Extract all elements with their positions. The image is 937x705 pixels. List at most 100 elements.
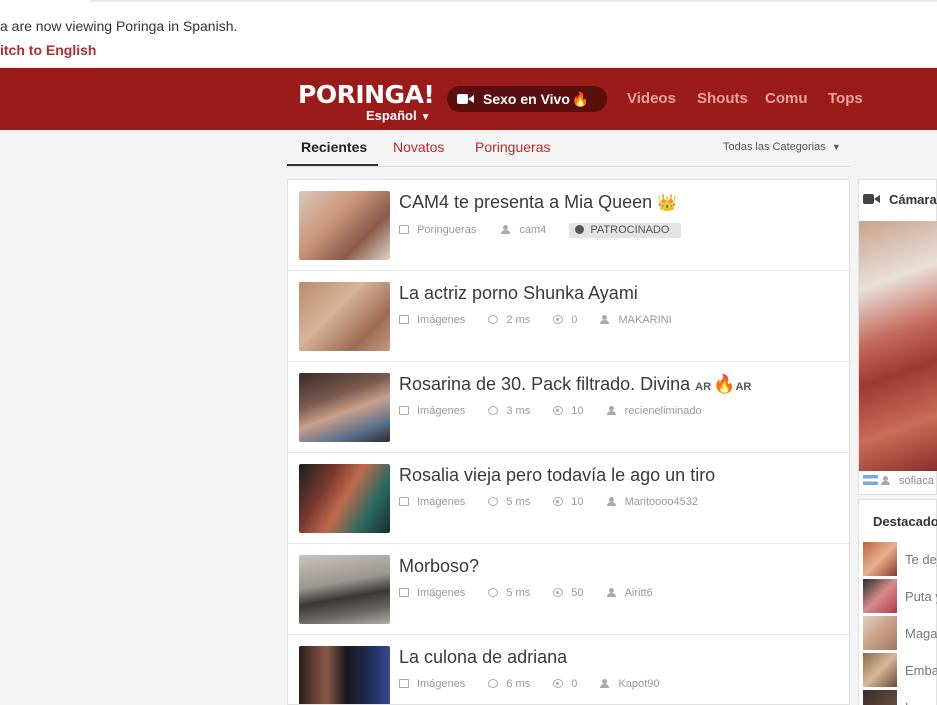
post-meta: Poringueras cam4 PATROCINADO bbox=[399, 223, 687, 238]
post-time: 5 ms bbox=[506, 496, 531, 508]
site-logo[interactable]: PORINGA! bbox=[298, 80, 435, 109]
post-author[interactable]: Airitt6 bbox=[625, 587, 653, 599]
nav-comu[interactable]: Comu bbox=[765, 90, 808, 107]
post-thumbnail[interactable] bbox=[299, 373, 390, 442]
featured-thumbnail bbox=[863, 616, 897, 650]
post-meta: Imágenes 6 ms 0 Kapot90 bbox=[399, 678, 671, 690]
list-item[interactable]: Morboso? Imágenes 5 ms 50 Airitt6 bbox=[288, 544, 849, 635]
cam-title-text: Cámara bbox=[889, 192, 937, 207]
post-time: 3 ms bbox=[506, 405, 531, 417]
nav-shouts[interactable]: Shouts bbox=[697, 90, 748, 107]
clock-icon bbox=[488, 406, 499, 415]
post-meta: Imágenes 2 ms 0 MAKARINI bbox=[399, 314, 684, 326]
clock-icon bbox=[488, 315, 499, 324]
image-icon bbox=[399, 406, 409, 415]
flame-icon: 🔥 bbox=[571, 91, 590, 107]
chevron-down-icon: ▼ bbox=[420, 112, 431, 123]
post-title-text: Rosarina de 30. Pack filtrado. Divina bbox=[399, 374, 691, 394]
featured-label: Puta y bbox=[905, 589, 937, 604]
clock-icon bbox=[488, 497, 499, 506]
cam-card-title: Cámara bbox=[863, 192, 937, 207]
cam-video-preview[interactable] bbox=[859, 221, 937, 471]
featured-item[interactable]: Emba bbox=[863, 653, 937, 688]
tab-novatos[interactable]: Novatos bbox=[393, 139, 444, 155]
flag-label: AR bbox=[735, 381, 752, 393]
list-item[interactable]: Rosalia vieja pero todavía le ago un tir… bbox=[288, 453, 849, 544]
post-time: 5 ms bbox=[506, 587, 531, 599]
list-item[interactable]: La culona de adriana Imágenes 6 ms 0 Kap… bbox=[288, 635, 849, 704]
post-meta: Imágenes 5 ms 50 Airitt6 bbox=[399, 587, 665, 599]
post-title[interactable]: Rosarina de 30. Pack filtrado. Divina AR… bbox=[399, 374, 751, 395]
list-item[interactable]: Rosarina de 30. Pack filtrado. Divina AR… bbox=[288, 362, 849, 453]
post-title-text: CAM4 te presenta a Mia Queen bbox=[399, 192, 653, 212]
tab-recientes[interactable]: Recientes bbox=[301, 139, 367, 155]
post-author[interactable]: Maritoooo4532 bbox=[625, 496, 698, 508]
nav-videos[interactable]: Videos bbox=[627, 90, 676, 107]
user-icon bbox=[600, 315, 610, 324]
category-select-label: Todas las Categorias bbox=[723, 141, 826, 153]
sponsored-label: PATROCINADO bbox=[590, 224, 670, 236]
cam-user-info[interactable]: sofiaca bbox=[863, 475, 934, 487]
post-meta: Imágenes 3 ms 10 recieneliminado bbox=[399, 405, 714, 417]
video-camera-icon bbox=[863, 193, 881, 205]
argentina-flag-icon bbox=[863, 475, 878, 485]
post-thumbnail[interactable] bbox=[299, 555, 390, 624]
points-icon bbox=[553, 679, 564, 688]
post-thumbnail[interactable] bbox=[299, 282, 390, 351]
post-title[interactable]: CAM4 te presenta a Mia Queen 👑 bbox=[399, 192, 677, 213]
language-selector[interactable]: Español ▼ bbox=[366, 108, 430, 123]
points-icon bbox=[553, 588, 564, 597]
post-author[interactable]: recieneliminado bbox=[625, 405, 702, 417]
post-points: 50 bbox=[571, 587, 584, 599]
featured-item[interactable]: Puta y bbox=[863, 579, 937, 614]
featured-label: Te dej bbox=[905, 552, 937, 567]
post-points: 0 bbox=[571, 314, 578, 326]
tab-poringueras[interactable]: Poringueras bbox=[475, 139, 551, 155]
post-title[interactable]: Rosalia vieja pero todavía le ago un tir… bbox=[399, 465, 715, 486]
post-author[interactable]: cam4 bbox=[519, 224, 546, 236]
post-category: Imágenes bbox=[417, 405, 466, 417]
post-time: 6 ms bbox=[506, 678, 531, 690]
post-title[interactable]: Morboso? bbox=[399, 556, 479, 577]
post-title[interactable]: La actriz porno Shunka Ayami bbox=[399, 283, 638, 304]
post-meta: Imágenes 5 ms 10 Maritoooo4532 bbox=[399, 496, 710, 508]
user-icon bbox=[606, 497, 617, 506]
featured-item[interactable]: Maga bbox=[863, 616, 937, 651]
post-points: 10 bbox=[571, 496, 584, 508]
live-cams-button[interactable]: Sexo en Vivo 🔥 bbox=[447, 86, 607, 112]
post-points: 10 bbox=[571, 405, 584, 417]
featured-thumbnail bbox=[863, 653, 897, 687]
category-select[interactable]: Todas las Categorias ▼ bbox=[723, 141, 841, 153]
featured-label: Maga bbox=[905, 626, 937, 641]
clock-icon bbox=[488, 588, 499, 597]
featured-item[interactable]: L bbox=[863, 690, 937, 705]
list-item[interactable]: CAM4 te presenta a Mia Queen 👑 Poringuer… bbox=[288, 180, 849, 271]
post-title[interactable]: La culona de adriana bbox=[399, 647, 567, 668]
notice-top-divider bbox=[90, 0, 937, 2]
site-header: PORINGA! Español ▼ Sexo en Vivo 🔥 Videos S… bbox=[0, 68, 937, 130]
chevron-down-icon: ▼ bbox=[831, 142, 841, 152]
post-author[interactable]: MAKARINI bbox=[618, 314, 671, 326]
notice-text: a are now viewing Poringa in Spanish. bbox=[0, 18, 238, 34]
user-icon bbox=[501, 225, 511, 234]
list-item[interactable]: La actriz porno Shunka Ayami Imágenes 2 … bbox=[288, 271, 849, 362]
live-cam-card: Cámara sofiaca bbox=[858, 179, 937, 495]
featured-label: Emba bbox=[905, 663, 937, 678]
featured-card: Destacado Te dej Puta y Maga Emba L bbox=[858, 499, 937, 705]
post-points: 0 bbox=[571, 678, 578, 690]
post-category: Poringueras bbox=[417, 224, 477, 236]
nav-tops[interactable]: Tops bbox=[828, 90, 863, 107]
sponsored-badge: PATROCINADO bbox=[569, 223, 682, 238]
switch-language-link[interactable]: itch to English bbox=[0, 42, 96, 58]
post-thumbnail[interactable] bbox=[299, 464, 390, 533]
video-camera-icon bbox=[457, 93, 475, 105]
post-author[interactable]: Kapot90 bbox=[618, 678, 659, 690]
post-thumbnail[interactable] bbox=[299, 191, 390, 260]
check-badge-icon bbox=[575, 225, 585, 234]
cam-username: sofiaca bbox=[899, 475, 934, 487]
post-category: Imágenes bbox=[417, 496, 466, 508]
right-sidebar: Cámara sofiaca Destacado Te dej Puta y M… bbox=[858, 179, 937, 705]
post-thumbnail[interactable] bbox=[299, 646, 390, 704]
featured-item[interactable]: Te dej bbox=[863, 542, 937, 577]
user-icon bbox=[600, 679, 610, 688]
